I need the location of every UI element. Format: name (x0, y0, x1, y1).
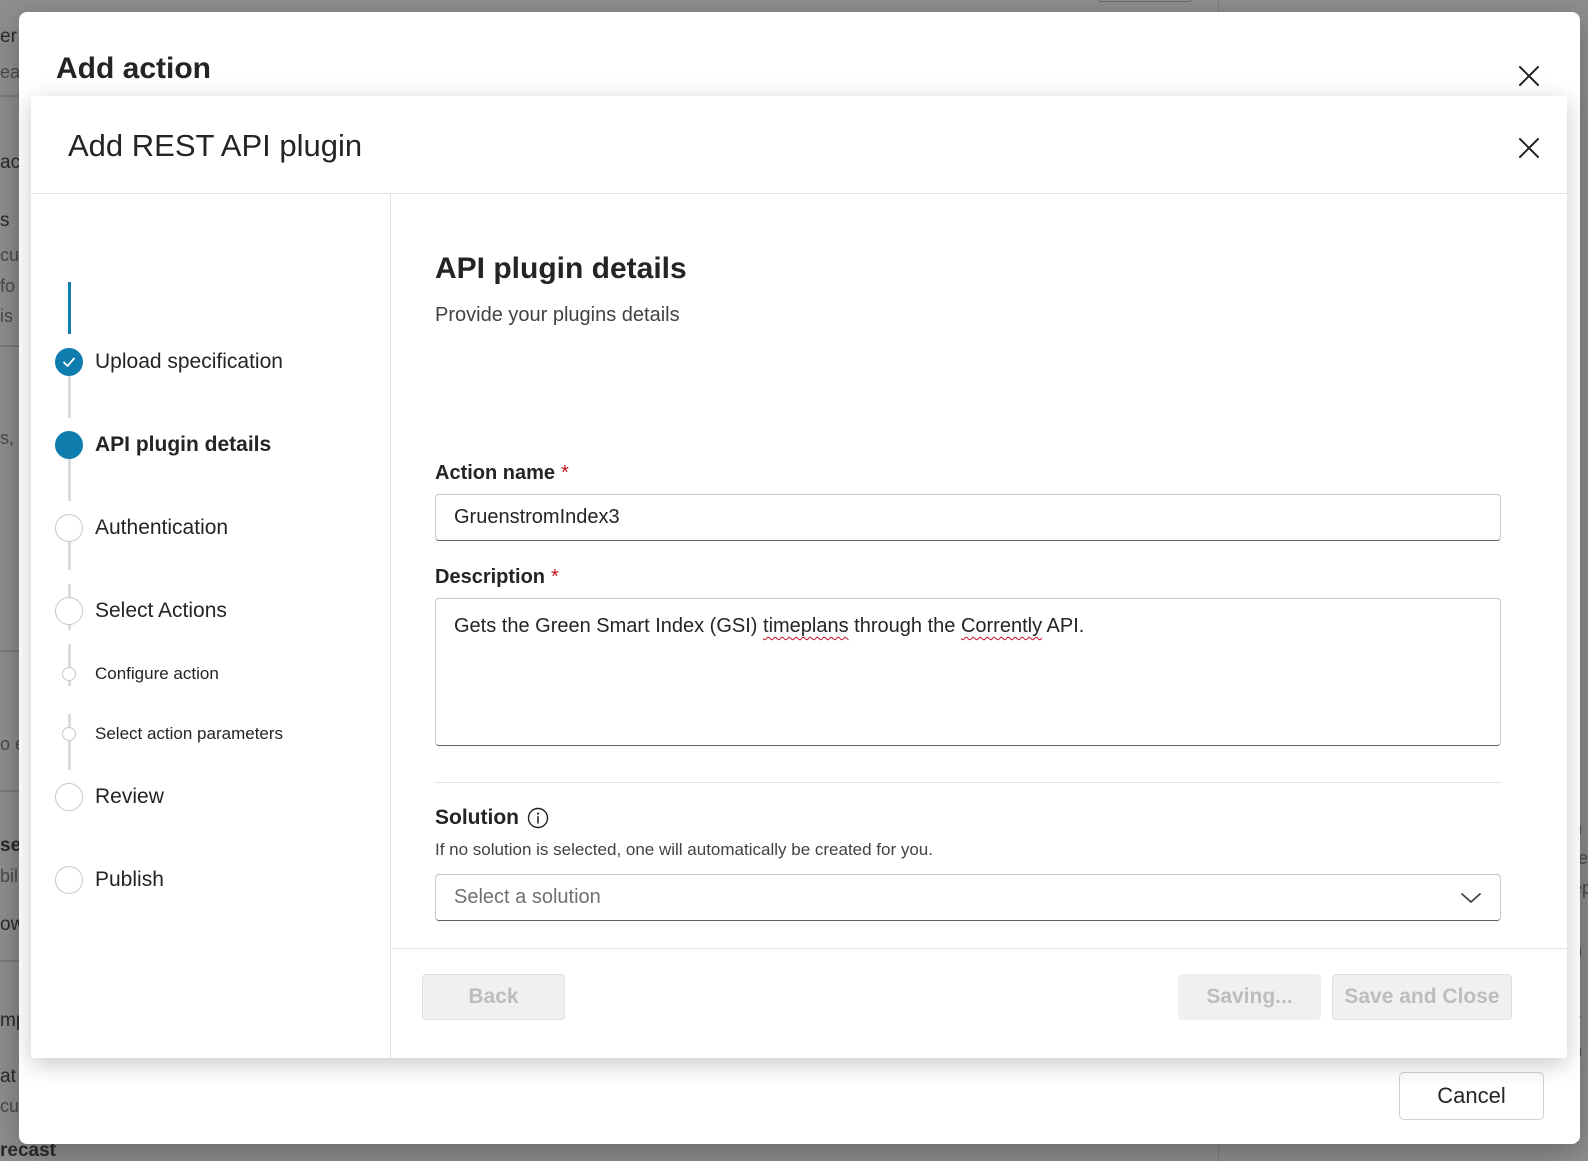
checkmark-icon (55, 348, 83, 376)
substep-indicator (62, 727, 76, 741)
spellcheck-word: timeplans (763, 615, 849, 637)
step-label: Publish (95, 868, 164, 891)
form-heading: API plugin details (435, 252, 687, 285)
background-text: is (0, 306, 13, 326)
background-text: cu (0, 245, 20, 265)
background-divider (0, 960, 20, 962)
dialog-close-button[interactable] (1511, 130, 1547, 166)
description-label: Description * (435, 566, 559, 589)
step-label: Upload specification (95, 350, 283, 373)
description-text: through the (848, 615, 961, 637)
form-divider (435, 782, 1501, 783)
step-indicator (55, 866, 83, 894)
description-textarea[interactable]: Gets the Green Smart Index (GSI) timepla… (435, 598, 1501, 746)
step-label: Configure action (95, 664, 219, 683)
background-divider (0, 650, 20, 652)
action-name-input[interactable]: GruenstromIndex3 (435, 494, 1501, 541)
cancel-button[interactable]: Cancel (1399, 1072, 1544, 1120)
background-text: cu (0, 1096, 20, 1116)
action-name-label-text: Action name (435, 462, 556, 484)
step-active-indicator (55, 431, 83, 459)
stepper-connector (68, 282, 71, 334)
wizard-stepper: Upload specification API plugin details … (31, 194, 391, 1058)
step-label: Select action parameters (95, 724, 284, 743)
step-select-actions[interactable]: Select Actions (55, 597, 227, 625)
step-configure-action[interactable]: Configure action (55, 664, 219, 684)
background-text: at (0, 1066, 16, 1087)
solution-label: Solution (435, 806, 549, 830)
add-action-title: Add action (56, 52, 211, 85)
step-authentication[interactable]: Authentication (55, 514, 228, 542)
step-api-plugin-details[interactable]: API plugin details (55, 431, 271, 459)
required-marker: * (551, 566, 559, 588)
background-text: er (0, 26, 17, 47)
step-select-action-parameters[interactable]: Select action parameters (55, 724, 283, 744)
save-and-close-button[interactable]: Save and Close (1332, 974, 1512, 1020)
step-indicator (55, 597, 83, 625)
background-text: s (0, 210, 10, 231)
back-button[interactable]: Back (422, 974, 565, 1020)
background-button (1097, 0, 1193, 2)
api-plugin-details-form: API plugin details Provide your plugins … (392, 194, 1567, 954)
solution-select[interactable]: Select a solution (435, 874, 1501, 921)
dialog-header: Add REST API plugin (31, 96, 1567, 194)
add-action-close-button[interactable] (1511, 58, 1547, 94)
step-label: Review (95, 785, 164, 808)
close-icon (1519, 138, 1539, 158)
close-icon (1519, 66, 1539, 86)
step-upload-specification[interactable]: Upload specification (55, 348, 283, 376)
form-subheading: Provide your plugins details (435, 304, 680, 326)
solution-placeholder: Select a solution (454, 886, 601, 908)
dialog-title: Add REST API plugin (68, 128, 363, 163)
description-text: Gets the Green Smart Index (GSI) (454, 615, 764, 637)
solution-label-text: Solution (435, 806, 519, 829)
dialog-footer: Back Saving... Save and Close (392, 948, 1567, 1058)
required-marker: * (561, 462, 569, 484)
description-label-text: Description (435, 566, 546, 588)
chevron-down-icon (1461, 892, 1481, 903)
info-icon[interactable] (527, 807, 549, 829)
background-divider (0, 95, 20, 97)
add-rest-api-plugin-dialog: Add REST API plugin Upload specification… (31, 96, 1567, 1058)
action-name-label: Action name * (435, 462, 569, 485)
substep-indicator (62, 667, 76, 681)
step-label: API plugin details (95, 433, 272, 456)
description-text: API. (1042, 615, 1085, 637)
background-text: fo (0, 276, 16, 296)
solution-hint: If no solution is selected, one will aut… (435, 840, 933, 859)
step-indicator (55, 783, 83, 811)
step-review[interactable]: Review (55, 783, 164, 811)
step-indicator (55, 514, 83, 542)
step-label: Authentication (95, 516, 229, 539)
saving-button[interactable]: Saving... (1178, 974, 1321, 1020)
step-publish[interactable]: Publish (55, 866, 164, 894)
step-label: Select Actions (95, 599, 227, 622)
background-text: bil (0, 866, 19, 886)
background-divider (0, 790, 20, 792)
background-divider (0, 345, 20, 347)
spellcheck-word: Corrently (960, 615, 1043, 637)
background-text: se (0, 835, 22, 856)
